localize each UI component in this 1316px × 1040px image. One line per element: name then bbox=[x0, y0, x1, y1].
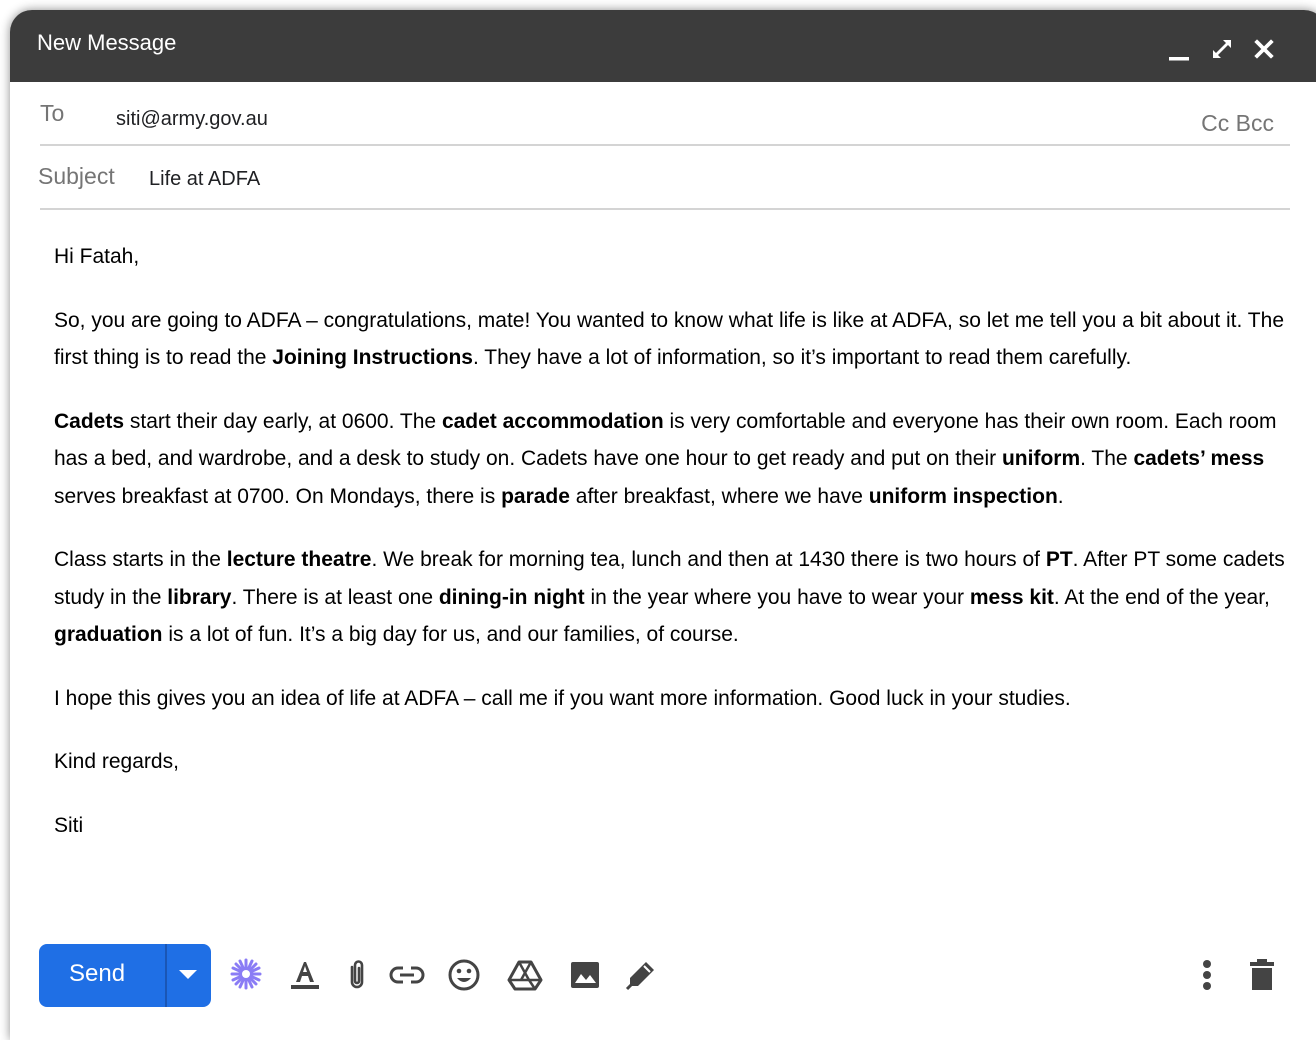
compose-window: New Message To siti@army.gov.au Cc Bcc S… bbox=[10, 10, 1316, 1040]
message-body[interactable]: Hi Fatah, So, you are going to ADFA – co… bbox=[54, 238, 1304, 870]
emoji-button[interactable] bbox=[447, 958, 481, 992]
to-row: To siti@army.gov.au Cc Bcc bbox=[40, 92, 1290, 146]
send-button[interactable]: Send bbox=[39, 944, 211, 1007]
bcc-link[interactable]: Bcc bbox=[1236, 110, 1274, 136]
drive-button[interactable] bbox=[507, 958, 543, 992]
emoji-icon bbox=[448, 959, 480, 991]
sparkle-button[interactable] bbox=[229, 957, 263, 991]
link-button[interactable] bbox=[388, 958, 426, 992]
subject-row: Subject Life at ADFA bbox=[38, 156, 1290, 210]
attach-button[interactable] bbox=[340, 958, 374, 992]
sparkle-icon bbox=[230, 958, 262, 990]
minimize-icon bbox=[1169, 57, 1189, 61]
minimize-button[interactable] bbox=[1168, 40, 1190, 62]
formatting-button[interactable] bbox=[288, 958, 322, 992]
compose-title: New Message bbox=[37, 30, 177, 55]
compose-titlebar: New Message bbox=[10, 10, 1316, 82]
expand-icon bbox=[1213, 40, 1231, 58]
send-label: Send bbox=[69, 960, 126, 987]
attach-icon bbox=[350, 960, 364, 989]
insert-photo-button[interactable] bbox=[568, 958, 602, 992]
body-paragraph-1: So, you are going to ADFA – congratulati… bbox=[54, 308, 1284, 370]
to-field[interactable]: siti@army.gov.au bbox=[116, 108, 268, 131]
more-options-button[interactable] bbox=[1200, 958, 1214, 992]
signature-icon bbox=[625, 962, 654, 991]
greeting-line: Hi Fatah, bbox=[54, 245, 140, 268]
close-button[interactable] bbox=[1253, 38, 1275, 60]
signature-line: Siti bbox=[54, 813, 84, 837]
text-format-icon bbox=[291, 962, 319, 989]
discard-draft-button[interactable] bbox=[1248, 958, 1276, 992]
body-paragraph-3: Class starts in the lecture theatre. We … bbox=[54, 548, 1285, 646]
fullscreen-button[interactable] bbox=[1211, 38, 1233, 60]
drive-icon bbox=[507, 960, 543, 991]
compose-toolbar: Send bbox=[10, 942, 1316, 1012]
cc-link[interactable]: Cc bbox=[1201, 110, 1229, 136]
closing-line: Kind regards, bbox=[54, 750, 179, 773]
cc-bcc-links: Cc Bcc bbox=[1201, 110, 1274, 137]
image-icon bbox=[571, 962, 599, 988]
to-label: To bbox=[40, 100, 65, 126]
send-options-button[interactable] bbox=[178, 968, 198, 986]
link-icon bbox=[389, 966, 425, 984]
more-options-icon bbox=[1203, 960, 1211, 990]
body-paragraph-4: I hope this gives you an idea of life at… bbox=[54, 686, 1071, 710]
subject-field[interactable]: Life at ADFA bbox=[149, 168, 260, 191]
signature-button[interactable] bbox=[624, 958, 660, 992]
trash-icon bbox=[1250, 959, 1274, 990]
chevron-down-icon bbox=[179, 970, 197, 979]
close-icon bbox=[1254, 39, 1274, 59]
subject-label: Subject bbox=[38, 163, 115, 189]
send-divider bbox=[165, 944, 167, 1007]
body-paragraph-2: Cadets start their day early, at 0600. T… bbox=[54, 409, 1277, 508]
